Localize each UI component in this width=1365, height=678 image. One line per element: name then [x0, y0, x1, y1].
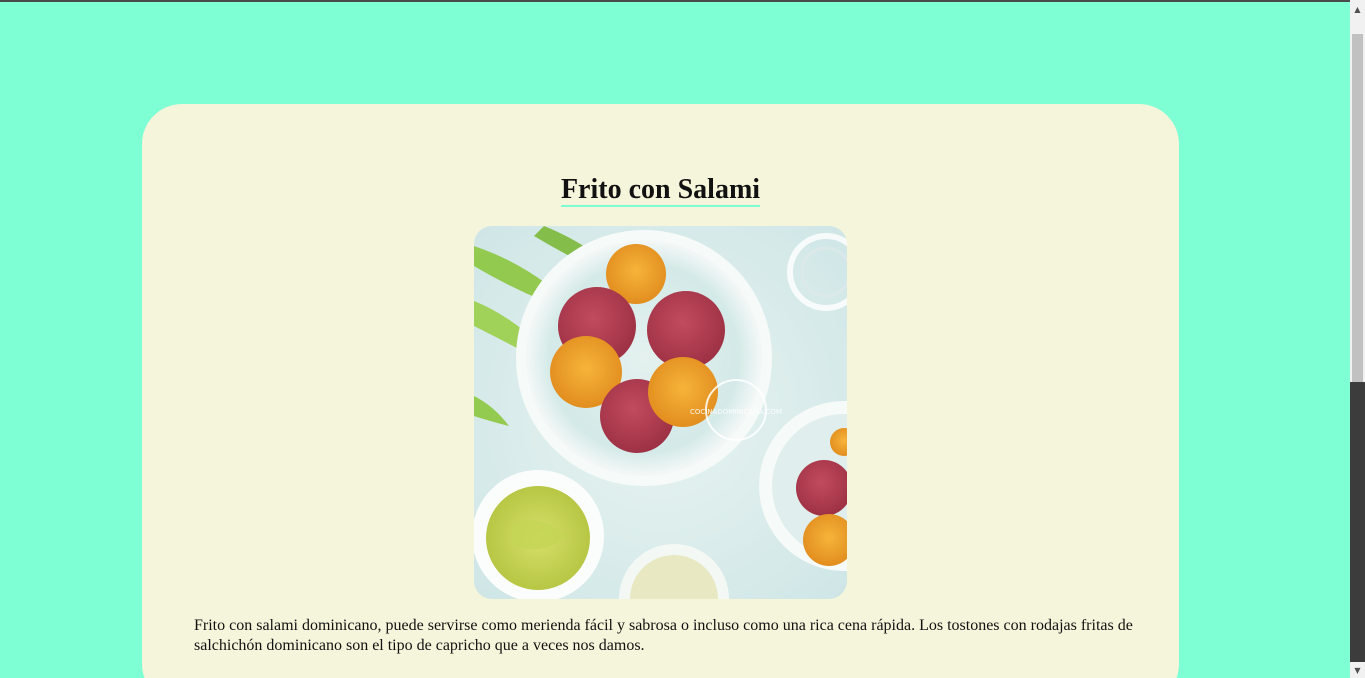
recipe-photo: COCINADOMINICANA.COM: [474, 226, 847, 599]
triangle-up-icon[interactable]: ▲: [1350, 2, 1365, 17]
window-top-border: [0, 0, 1365, 2]
recipe-description: Frito con salami dominicano, puede servi…: [194, 617, 1133, 654]
photo-watermark: COCINADOMINICANA.COM: [690, 408, 782, 416]
recipe-card: Frito con Salami COCINADOMINICANA.COM Fr…: [142, 104, 1179, 678]
recipe-title: Frito con Salami: [142, 174, 1179, 207]
recipe-photo-illustration: COCINADOMINICANA.COM: [474, 226, 847, 599]
recipe-title-text: Frito con Salami: [560, 174, 761, 207]
triangle-down-icon[interactable]: ▼: [1350, 663, 1365, 678]
scrollbar-thumb[interactable]: [1352, 34, 1363, 382]
vertical-scrollbar[interactable]: ▲ ▼: [1350, 0, 1365, 678]
scrollbar-track[interactable]: [1350, 382, 1365, 662]
